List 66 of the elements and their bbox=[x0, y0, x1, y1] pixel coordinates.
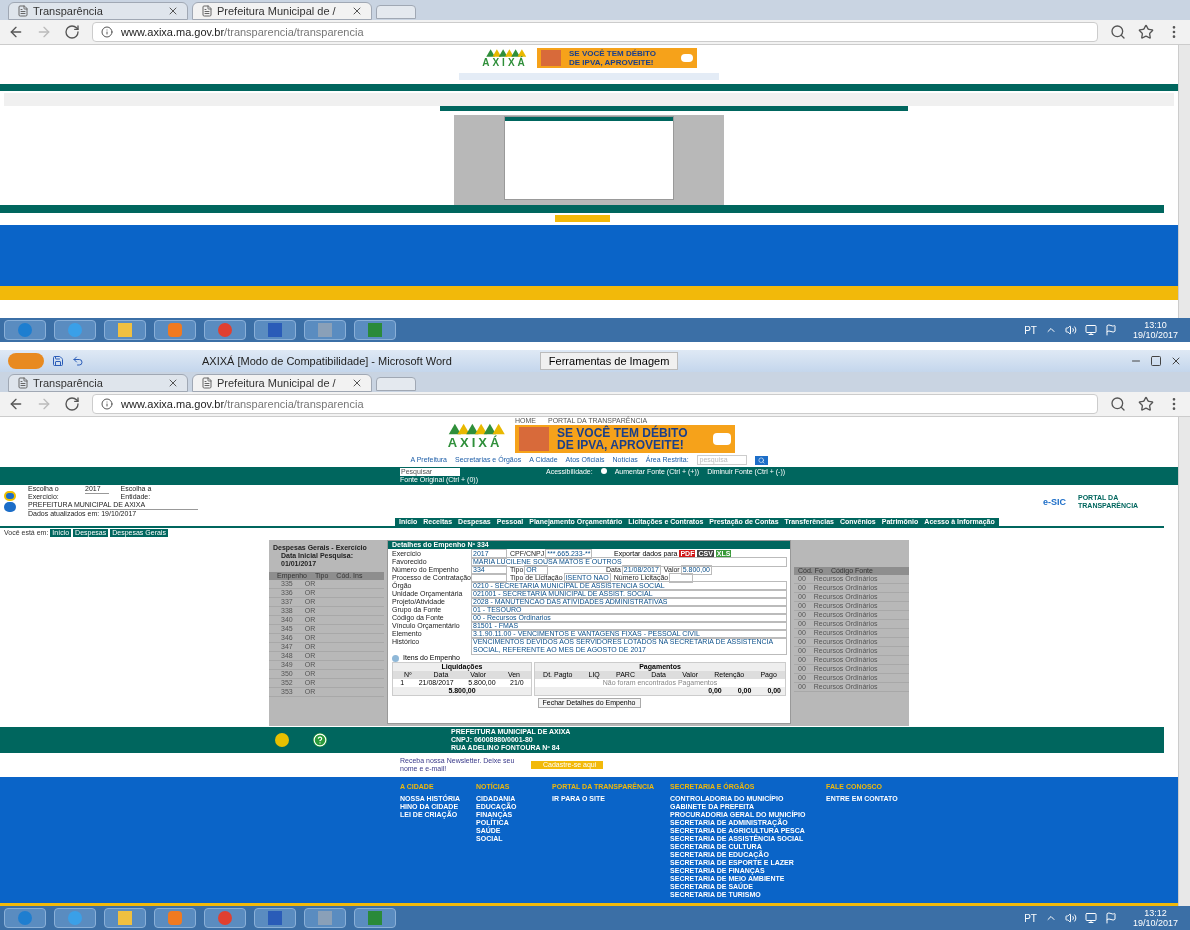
address-field[interactable]: www.axixa.ma.gov.br/transparencia/transparencia bbox=[92, 394, 1098, 414]
page-icon bbox=[17, 377, 29, 389]
browser-tab[interactable]: Transparência bbox=[8, 2, 188, 20]
close-icon[interactable] bbox=[351, 377, 363, 389]
page-icon bbox=[201, 5, 213, 17]
network-icon[interactable] bbox=[1084, 912, 1097, 924]
speaker-icon[interactable] bbox=[1064, 912, 1077, 924]
search-button[interactable] bbox=[754, 455, 768, 465]
browser-tab[interactable]: Prefeitura Municipal de / bbox=[192, 374, 372, 392]
bookmark-star-icon[interactable] bbox=[1138, 24, 1154, 40]
page-icon bbox=[17, 5, 29, 17]
page-icon bbox=[201, 377, 213, 389]
contrast-icon[interactable] bbox=[600, 468, 607, 474]
clock-time[interactable]: 13:12 bbox=[1144, 908, 1167, 918]
context-tab[interactable]: Ferramentas de Imagem bbox=[539, 351, 679, 371]
start-button[interactable] bbox=[4, 908, 46, 928]
language-indicator[interactable]: PT bbox=[1024, 910, 1037, 926]
network-icon[interactable] bbox=[1084, 324, 1097, 336]
banner-headline: SE VOCÊ TEM DÉBITO bbox=[557, 427, 689, 439]
clock-time[interactable]: 13:10 bbox=[1144, 320, 1167, 330]
vertical-scrollbar[interactable] bbox=[1178, 45, 1190, 318]
banner-logo-icon bbox=[681, 54, 693, 63]
window-title: AXIXÁ [Modo de Compatibilidade] - Microsoft Word bbox=[202, 353, 452, 369]
banner-logo-icon bbox=[713, 433, 731, 445]
bookmark-star-icon[interactable] bbox=[1138, 396, 1154, 412]
info-icon bbox=[101, 398, 113, 410]
info-icon bbox=[101, 26, 113, 38]
flag-icon[interactable] bbox=[1104, 324, 1117, 336]
vertical-scrollbar[interactable] bbox=[1178, 417, 1190, 906]
ipva-banner[interactable]: SE VOCÊ TEM DÉBITO DE IPVA, APROVEITE! bbox=[515, 425, 735, 453]
empty-field bbox=[670, 574, 693, 582]
close-icon[interactable] bbox=[167, 377, 179, 389]
close-icon[interactable] bbox=[1170, 355, 1182, 367]
browser-tab[interactable]: Transparência bbox=[8, 374, 188, 392]
logo-text: AXIXÁ bbox=[482, 58, 528, 69]
undo-icon[interactable] bbox=[72, 355, 84, 367]
close-icon[interactable] bbox=[351, 5, 363, 17]
person-photo-placeholder bbox=[541, 50, 561, 67]
close-icon[interactable] bbox=[167, 5, 179, 17]
maximize-icon[interactable] bbox=[1150, 355, 1162, 367]
empty-field bbox=[472, 574, 506, 582]
language-indicator[interactable]: PT bbox=[1024, 322, 1037, 338]
clock-date[interactable]: 19/10/2017 bbox=[1132, 918, 1178, 928]
esic-logo[interactable]: e-SIC bbox=[1043, 497, 1066, 506]
save-icon[interactable] bbox=[52, 355, 64, 367]
help-icon[interactable] bbox=[313, 733, 327, 747]
back-icon[interactable] bbox=[8, 24, 24, 40]
browser-tab[interactable]: Prefeitura Municipal de / bbox=[192, 2, 372, 20]
taskbar-button[interactable] bbox=[254, 320, 296, 340]
banner-subline: DE IPVA, APROVEITE! bbox=[569, 58, 655, 68]
logo-text: AXIXÁ bbox=[447, 435, 503, 449]
start-button[interactable] bbox=[4, 320, 46, 340]
clock-date[interactable]: 19/10/2017 bbox=[1132, 330, 1178, 340]
zoom-icon[interactable] bbox=[1110, 396, 1126, 412]
back-icon[interactable] bbox=[8, 396, 24, 412]
zoom-icon[interactable] bbox=[1110, 24, 1126, 40]
speaker-icon[interactable] bbox=[1064, 324, 1077, 336]
taskbar-button[interactable] bbox=[254, 908, 296, 928]
flag-icon[interactable] bbox=[1104, 912, 1117, 924]
banner-subline: DE IPVA, APROVEITE! bbox=[557, 439, 685, 451]
person-photo-placeholder bbox=[519, 427, 549, 451]
ipva-banner[interactable]: SE VOCÊ TEM DÉBITO DE IPVA, APROVEITE! bbox=[537, 48, 697, 69]
address-field[interactable]: www.axixa.ma.gov.br/transparencia/transparencia bbox=[92, 22, 1098, 42]
banner-headline: SE VOCÊ TEM DÉBITO bbox=[569, 49, 657, 59]
reload-icon[interactable] bbox=[64, 396, 80, 412]
reload-icon[interactable] bbox=[64, 24, 80, 40]
